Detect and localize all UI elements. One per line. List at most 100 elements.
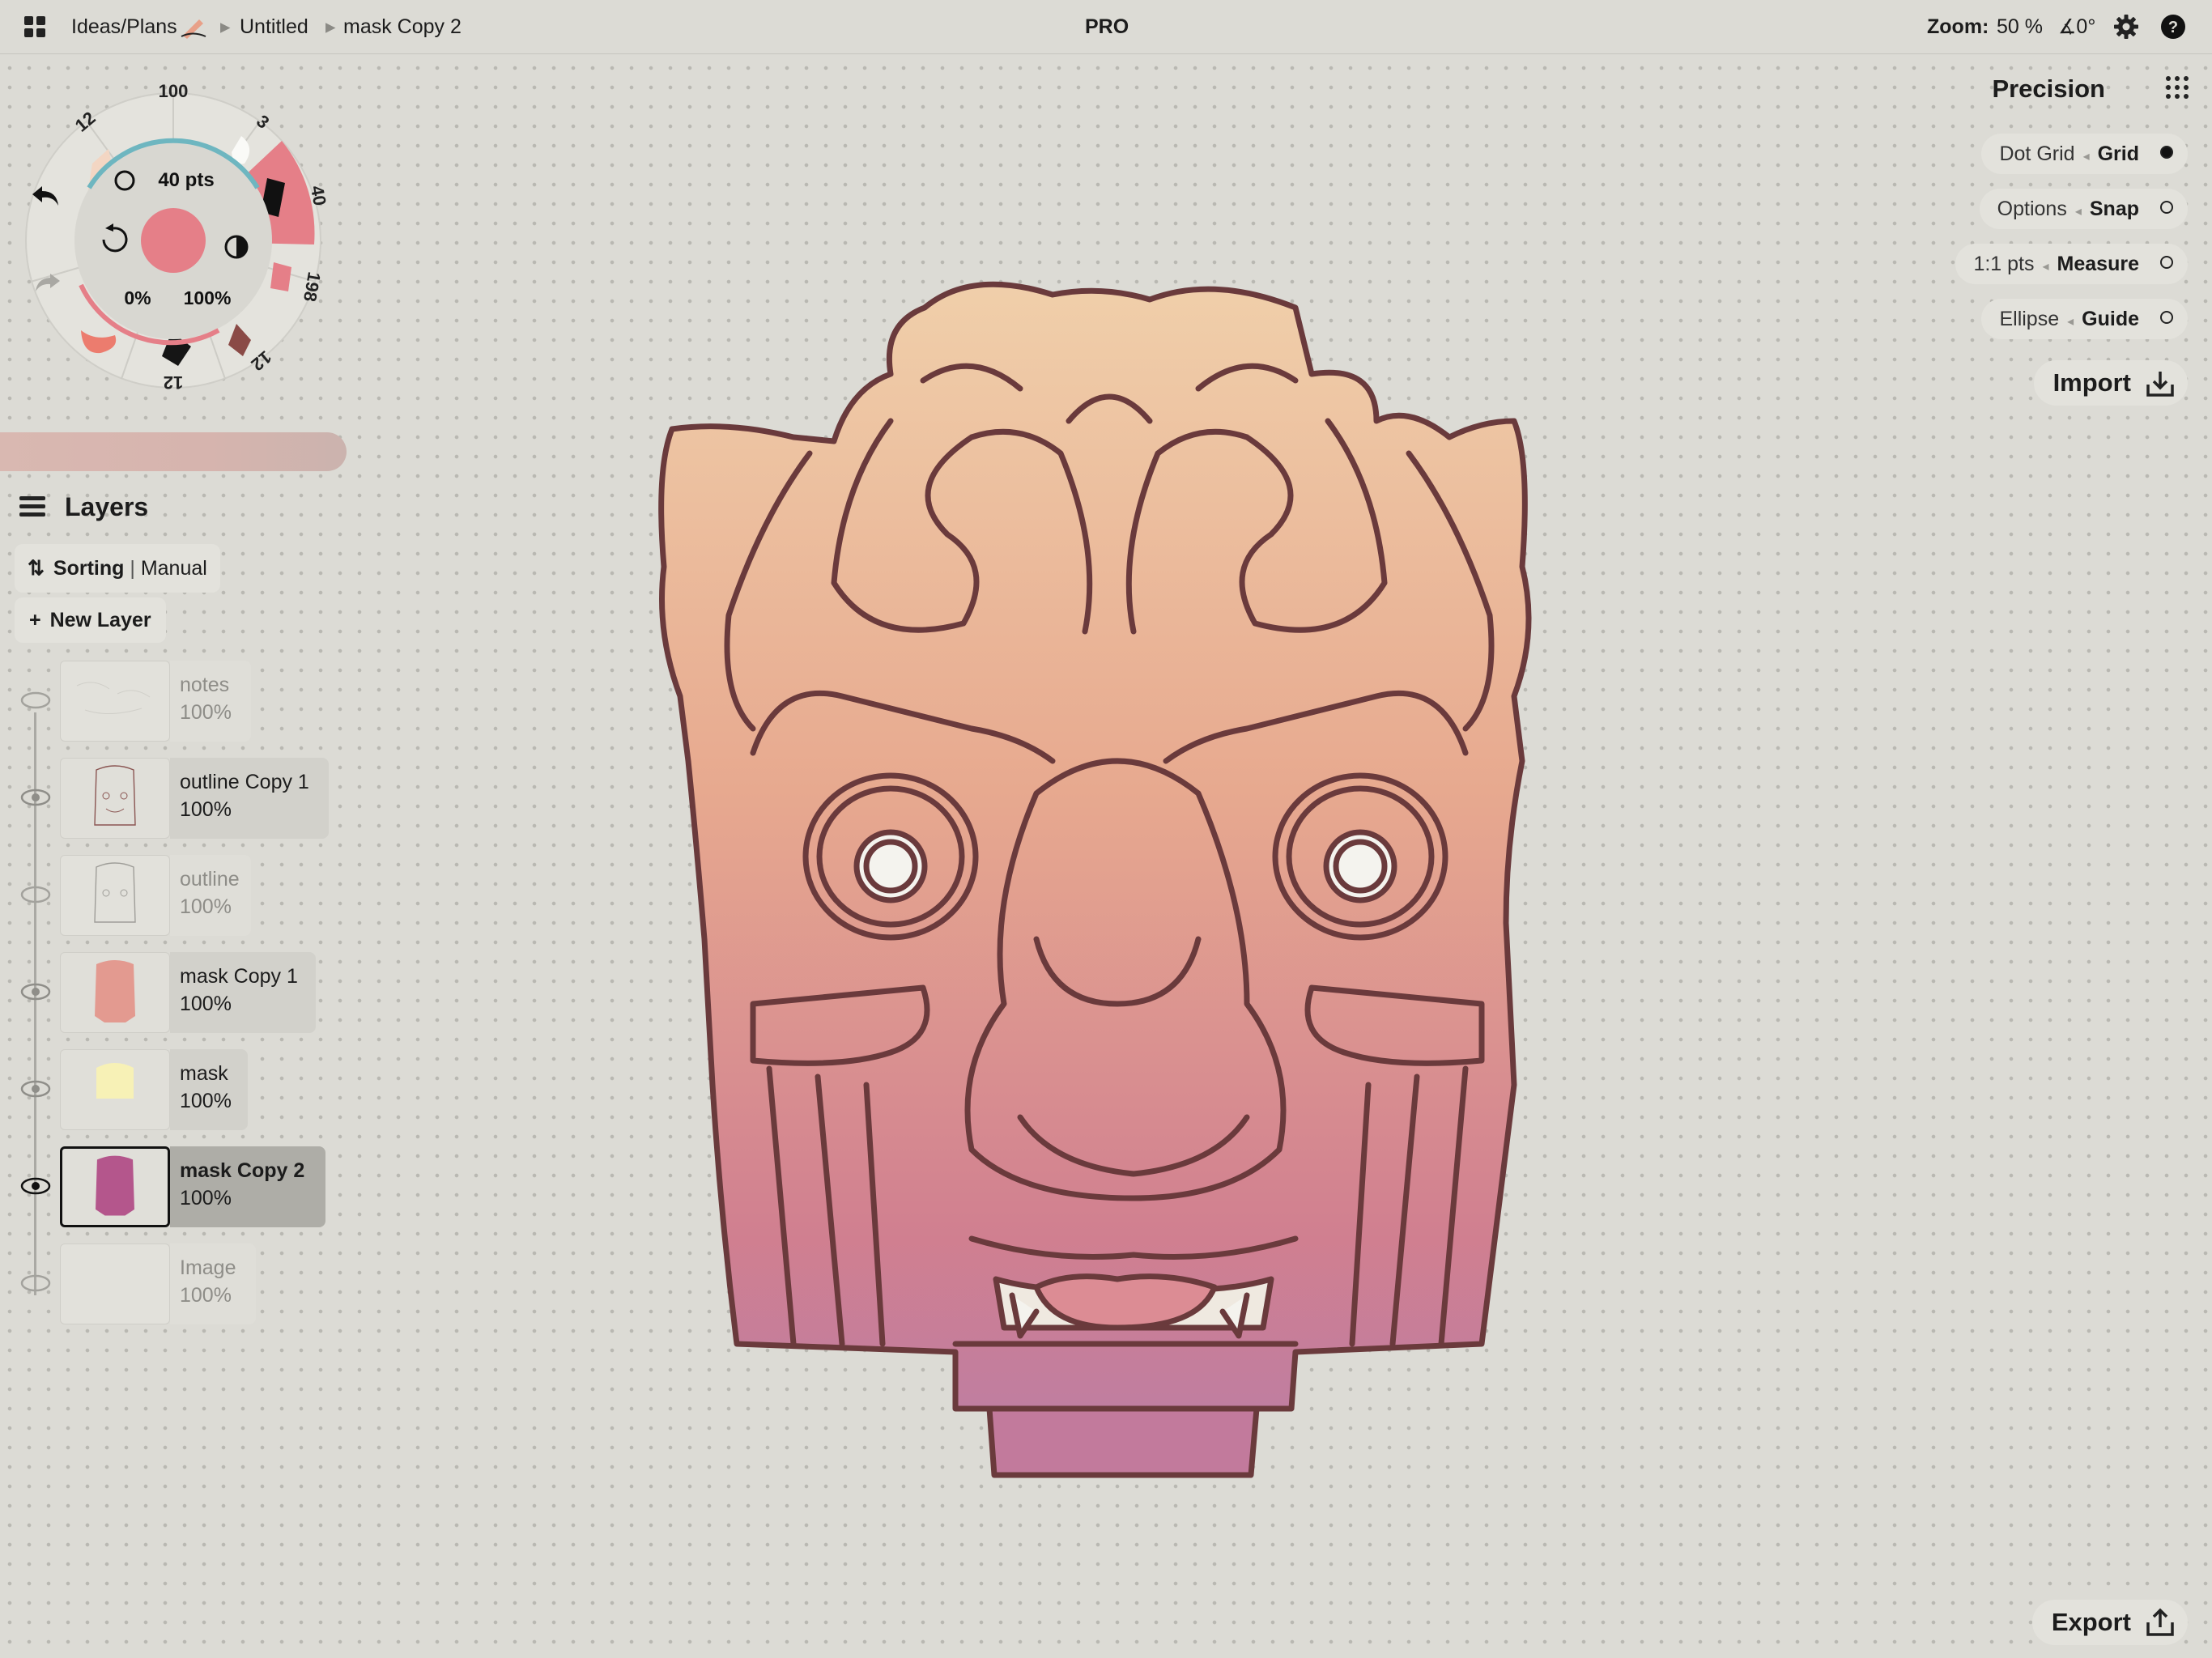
layers-icon[interactable] bbox=[18, 494, 47, 520]
layer-name: notes bbox=[180, 674, 230, 696]
layer-thumbnail bbox=[60, 661, 170, 742]
layer-opacity: 100% bbox=[180, 1090, 232, 1112]
eye-open-icon[interactable] bbox=[19, 981, 52, 1002]
layer-thumbnail bbox=[60, 1244, 170, 1324]
layer-opacity: 100% bbox=[180, 993, 232, 1015]
eye-closed-icon[interactable] bbox=[19, 690, 52, 711]
toggle-off-indicator[interactable] bbox=[2160, 256, 2173, 269]
layer-name: Image bbox=[180, 1256, 236, 1279]
new-layer-button[interactable]: + New Layer bbox=[15, 597, 166, 643]
export-icon bbox=[2146, 1608, 2174, 1636]
layer-opacity: 100% bbox=[180, 1187, 232, 1209]
layer-row-mask[interactable]: mask 100% bbox=[0, 1044, 332, 1135]
layer-name: mask Copy 2 bbox=[180, 1159, 305, 1182]
tool-size-label: 100 bbox=[159, 81, 189, 101]
snap-label: Snap bbox=[2089, 198, 2139, 220]
layer-name: outline Copy 1 bbox=[180, 771, 309, 793]
toggle-on-indicator[interactable] bbox=[2160, 146, 2173, 159]
tool-size-label: 40 bbox=[307, 184, 330, 206]
svg-text:?: ? bbox=[2168, 19, 2178, 36]
layer-opacity: 100% bbox=[180, 701, 232, 724]
grid-apps-icon[interactable] bbox=[23, 15, 47, 39]
toggle-off-indicator[interactable] bbox=[2160, 311, 2173, 324]
zoom-label: Zoom: bbox=[1927, 15, 1989, 38]
breadcrumb-drawing[interactable]: Untitled bbox=[240, 0, 308, 53]
chevron-left-icon: ◂ bbox=[2067, 315, 2074, 329]
breadcrumb-separator-icon: ▸ bbox=[220, 15, 231, 38]
zoom-value[interactable]: 50 % bbox=[1997, 0, 2043, 53]
color-history-slider[interactable] bbox=[0, 432, 347, 471]
pencil-icon bbox=[181, 19, 206, 39]
pro-badge[interactable]: PRO bbox=[1085, 0, 1129, 53]
layer-list: notes 100% outline Copy 1 100% outline 1… bbox=[0, 656, 340, 1336]
layer-opacity: 100% bbox=[180, 798, 232, 821]
layer-row-notes[interactable]: notes 100% bbox=[0, 656, 332, 746]
eye-closed-icon[interactable] bbox=[19, 884, 52, 905]
layer-thumbnail bbox=[60, 952, 170, 1033]
layer-row-mask-copy-1[interactable]: mask Copy 1 100% bbox=[0, 947, 332, 1038]
grid-option-label[interactable]: Dot Grid bbox=[1999, 142, 2074, 165]
layer-opacity: 100% bbox=[180, 895, 232, 918]
layer-row-outline[interactable]: outline 100% bbox=[0, 850, 332, 941]
new-layer-label: New Layer bbox=[49, 609, 151, 631]
sorting-label: Sorting bbox=[53, 557, 125, 580]
export-button[interactable]: Export bbox=[2031, 1600, 2188, 1645]
chevron-left-icon: ◂ bbox=[2082, 150, 2090, 164]
guide-label: Guide bbox=[2082, 308, 2139, 330]
layer-thumbnail bbox=[60, 1049, 170, 1130]
layer-thumbnail bbox=[60, 1146, 170, 1227]
guide-option-label[interactable]: Ellipse bbox=[1999, 308, 2059, 330]
brush-size-value: 40 pts bbox=[158, 169, 214, 191]
tool-wheel[interactable]: 100 12 3 40 198 12 12 40 pts 0% 100% bbox=[24, 73, 348, 413]
sort-arrows-icon: ⇅ bbox=[28, 557, 45, 580]
layer-row-mask-copy-2[interactable]: mask Copy 2 100% bbox=[0, 1141, 332, 1232]
eye-closed-icon[interactable] bbox=[19, 1273, 52, 1294]
snap-toggle[interactable]: Options ◂ Snap bbox=[1979, 189, 2188, 229]
layer-row-image[interactable]: Image 100% bbox=[0, 1239, 332, 1329]
layer-row-outline-copy-1[interactable]: outline Copy 1 100% bbox=[0, 753, 332, 844]
layer-name: mask bbox=[180, 1062, 228, 1085]
opacity-value: 100% bbox=[184, 287, 232, 308]
sorting-control[interactable]: ⇅ Sorting | Manual bbox=[15, 544, 220, 593]
top-bar: Ideas/Plans ▸ Untitled ▸ mask Copy 2 PRO… bbox=[0, 0, 2212, 54]
layer-thumbnail bbox=[60, 855, 170, 936]
grid-toggle[interactable]: Dot Grid ◂ Grid bbox=[1981, 134, 2188, 174]
import-button[interactable]: Import bbox=[2033, 360, 2188, 406]
guide-toggle[interactable]: Ellipse ◂ Guide bbox=[1981, 299, 2188, 339]
import-icon bbox=[2146, 372, 2174, 397]
undo-icon[interactable] bbox=[31, 183, 62, 210]
chevron-left-icon: ◂ bbox=[2042, 260, 2049, 274]
chevron-left-icon: ◂ bbox=[2074, 205, 2082, 219]
ink-tool-icon bbox=[270, 262, 291, 291]
grid-label: Grid bbox=[2097, 142, 2139, 165]
plus-icon: + bbox=[29, 609, 41, 631]
import-label: Import bbox=[2052, 368, 2131, 397]
canvas-artwork-mask[interactable] bbox=[632, 275, 1603, 1490]
layer-name: mask Copy 1 bbox=[180, 965, 298, 988]
eye-open-icon[interactable] bbox=[19, 1175, 52, 1197]
breadcrumb-gallery[interactable]: Ideas/Plans bbox=[71, 0, 177, 53]
dots-grid-icon[interactable] bbox=[2164, 74, 2190, 100]
breadcrumb-separator-icon: ▸ bbox=[325, 15, 336, 38]
rotation-angle[interactable]: ∡0° bbox=[2058, 0, 2095, 53]
measure-option-label[interactable]: 1:1 pts bbox=[1973, 253, 2034, 275]
smoothing-value: 0% bbox=[124, 287, 151, 308]
layer-thumbnail bbox=[60, 758, 170, 839]
eye-open-icon[interactable] bbox=[19, 1078, 52, 1099]
tool-size-label: 12 bbox=[164, 372, 183, 393]
precision-title[interactable]: Precision bbox=[1992, 74, 2105, 104]
breadcrumb-layer[interactable]: mask Copy 2 bbox=[343, 0, 462, 53]
gear-icon[interactable] bbox=[2113, 14, 2139, 40]
redo-icon[interactable] bbox=[32, 270, 62, 295]
eye-open-icon[interactable] bbox=[19, 787, 52, 808]
layers-title[interactable]: Layers bbox=[65, 492, 148, 522]
measure-label: Measure bbox=[2057, 253, 2139, 275]
layer-name: outline bbox=[180, 868, 240, 891]
sorting-value: Manual bbox=[140, 557, 207, 580]
measure-toggle[interactable]: 1:1 pts ◂ Measure bbox=[1955, 244, 2188, 284]
snap-option-label[interactable]: Options bbox=[1997, 198, 2067, 220]
export-label: Export bbox=[2051, 1608, 2131, 1636]
toggle-off-indicator[interactable] bbox=[2160, 201, 2173, 214]
layer-opacity: 100% bbox=[180, 1284, 232, 1307]
help-icon[interactable]: ? bbox=[2160, 14, 2186, 40]
